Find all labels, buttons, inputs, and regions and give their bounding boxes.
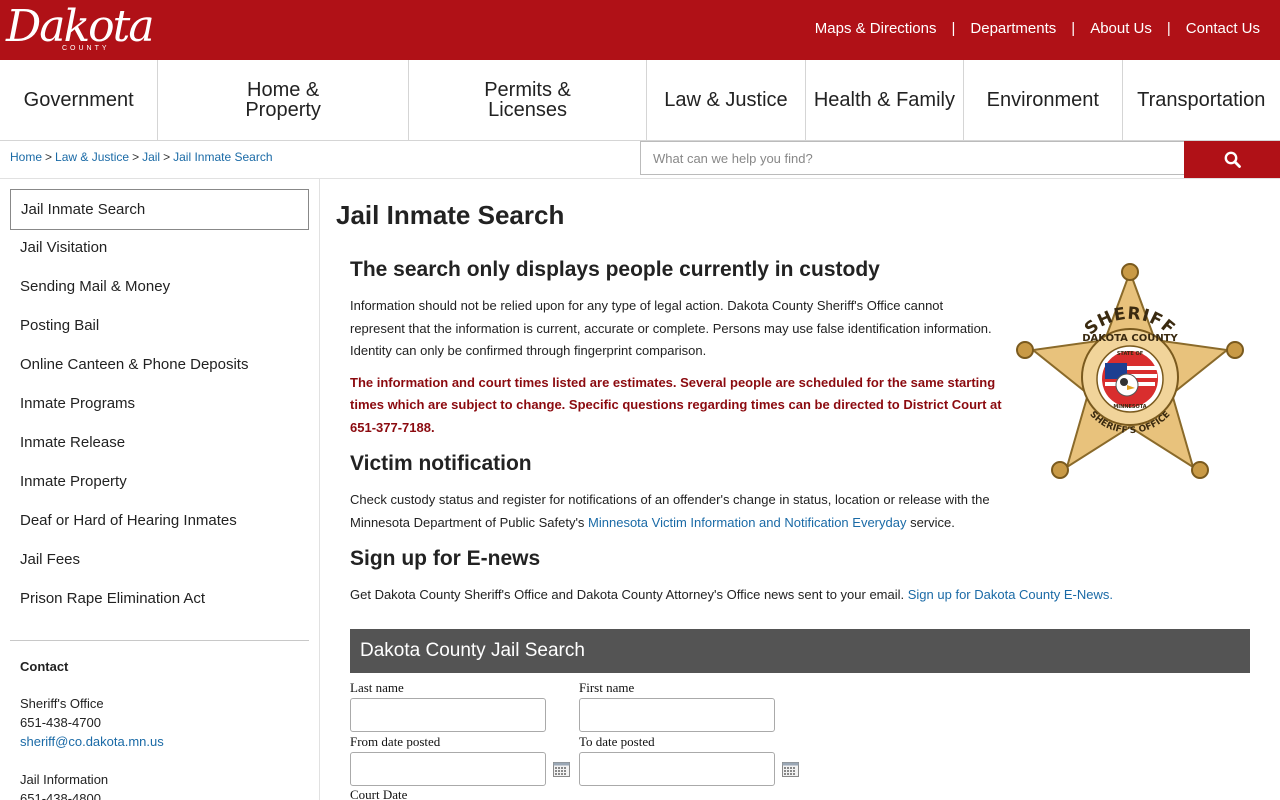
contact-office-phone: 651-438-4700 [20, 715, 101, 730]
to-date-input[interactable] [579, 752, 775, 786]
sidebar-item-jail-visitation[interactable]: Jail Visitation [10, 228, 309, 267]
calendar-icon[interactable] [782, 762, 799, 777]
sidebar: Jail Inmate Search Jail Visitation Sendi… [0, 179, 320, 800]
to-date-label: To date posted [579, 734, 655, 749]
sidebar-item-inmate-release[interactable]: Inmate Release [10, 423, 309, 462]
departments-link[interactable]: Departments [970, 20, 1056, 37]
util-separator: | [1071, 20, 1076, 37]
contact-block: Contact Sheriff's Office 651-438-4700 sh… [20, 657, 164, 800]
county-logo[interactable]: Dakota COUNTY [4, 2, 164, 58]
custody-disclaimer: Information should not be relied upon fo… [350, 298, 992, 358]
badge-state-top: STATE OF [1117, 351, 1143, 357]
sidebar-item-canteen-phone[interactable]: Online Canteen & Phone Deposits [10, 345, 309, 384]
sidebar-item-jail-fees[interactable]: Jail Fees [10, 540, 309, 579]
utility-nav: Maps & Directions | Departments | About … [815, 20, 1260, 37]
from-date-input[interactable] [350, 752, 546, 786]
court-date-label: Court Date [350, 787, 408, 800]
enews-text-body: Get Dakota County Sheriff's Office and D… [350, 587, 908, 602]
nav-permits-licenses[interactable]: Permits & Licenses [409, 60, 648, 140]
breadcrumb: Home > Law & Justice > Jail > Jail Inmate Sear… [10, 150, 273, 164]
site-search-input[interactable] [640, 141, 1185, 175]
util-separator: | [1166, 20, 1171, 37]
sidebar-item-deaf-hard-hearing[interactable]: Deaf or Hard of Hearing Inmates [10, 501, 309, 540]
contact-heading: Contact [20, 659, 69, 674]
sidebar-item-prea[interactable]: Prison Rape Elimination Act [10, 579, 309, 618]
main-nav: Government Home & Property Permits & Lic… [0, 60, 1280, 141]
last-name-input[interactable] [350, 698, 546, 732]
last-name-label: Last name [350, 680, 404, 695]
sheriff-badge-image: SHERIFF SHERIFF'S OFFICE DAKOTA COUNTY S… [1016, 263, 1244, 479]
contact-jail-phone: 651-438-4800 [20, 791, 101, 800]
contact-spacer [20, 751, 164, 770]
sidebar-item-inmate-property[interactable]: Inmate Property [10, 462, 309, 501]
vine-link[interactable]: Minnesota Victim Information and Notific… [588, 515, 906, 530]
victim-text-after: service. [906, 514, 955, 530]
sidebar-divider [10, 640, 309, 641]
nav-law-justice[interactable]: Law & Justice [647, 60, 806, 140]
contact-jail-label: Jail Information [20, 772, 109, 787]
breadcrumb-separator: > [45, 150, 53, 164]
breadcrumb-home[interactable]: Home [10, 150, 42, 164]
contact-office-email[interactable]: sheriff@co.dakota.mn.us [20, 734, 164, 749]
first-name-input[interactable] [579, 698, 775, 732]
maps-directions-link[interactable]: Maps & Directions [815, 20, 937, 37]
badge-state-bottom: MINNESOTA [1113, 404, 1146, 410]
sidebar-item-mail-money[interactable]: Sending Mail & Money [10, 267, 309, 306]
sidebar-item-jail-inmate-search[interactable]: Jail Inmate Search [10, 189, 309, 230]
first-name-label: First name [579, 680, 635, 695]
breadcrumb-law-justice[interactable]: Law & Justice [55, 150, 129, 164]
breadcrumb-jail[interactable]: Jail [142, 150, 160, 164]
court-times-warning: The information and court times listed a… [350, 374, 1002, 435]
from-date-label: From date posted [350, 734, 441, 749]
about-us-link[interactable]: About Us [1090, 20, 1152, 37]
search-button[interactable] [1184, 141, 1280, 178]
page-title: Jail Inmate Search [336, 200, 565, 230]
contact-office: Sheriff's Office [20, 696, 104, 711]
breadcrumb-current[interactable]: Jail Inmate Search [173, 150, 272, 164]
breadcrumb-bar: Home > Law & Justice > Jail > Jail Inmate Sear… [0, 141, 1280, 179]
sidebar-item-posting-bail[interactable]: Posting Bail [10, 306, 309, 345]
enews-signup-link[interactable]: Sign up for Dakota County E-News. [908, 587, 1113, 602]
jail-search-heading: Dakota County Jail Search [350, 629, 1250, 673]
breadcrumb-separator: > [132, 150, 140, 164]
top-bar: Dakota COUNTY Maps & Directions | Depart… [0, 0, 1280, 60]
nav-environment[interactable]: Environment [964, 60, 1123, 140]
contact-us-link[interactable]: Contact Us [1186, 20, 1260, 37]
nav-home-property[interactable]: Home & Property [158, 60, 409, 140]
nav-health-family[interactable]: Health & Family [806, 60, 965, 140]
enews-text: Get Dakota County Sheriff's Office and D… [350, 584, 1250, 607]
search-icon [1224, 151, 1241, 168]
victim-text: Check custody status and register for no… [350, 489, 1030, 534]
logo-subtitle: COUNTY [62, 45, 110, 52]
nav-government[interactable]: Government [0, 60, 159, 140]
sidebar-menu: Jail Inmate Search Jail Visitation Sendi… [10, 189, 309, 618]
calendar-icon[interactable] [553, 762, 570, 777]
sidebar-item-inmate-programs[interactable]: Inmate Programs [10, 384, 309, 423]
nav-transportation[interactable]: Transportation [1123, 60, 1280, 140]
util-separator: | [951, 20, 956, 37]
badge-middle-text: DAKOTA COUNTY [1082, 333, 1178, 344]
breadcrumb-separator: > [163, 150, 171, 164]
enews-heading: Sign up for E-news [350, 547, 541, 570]
